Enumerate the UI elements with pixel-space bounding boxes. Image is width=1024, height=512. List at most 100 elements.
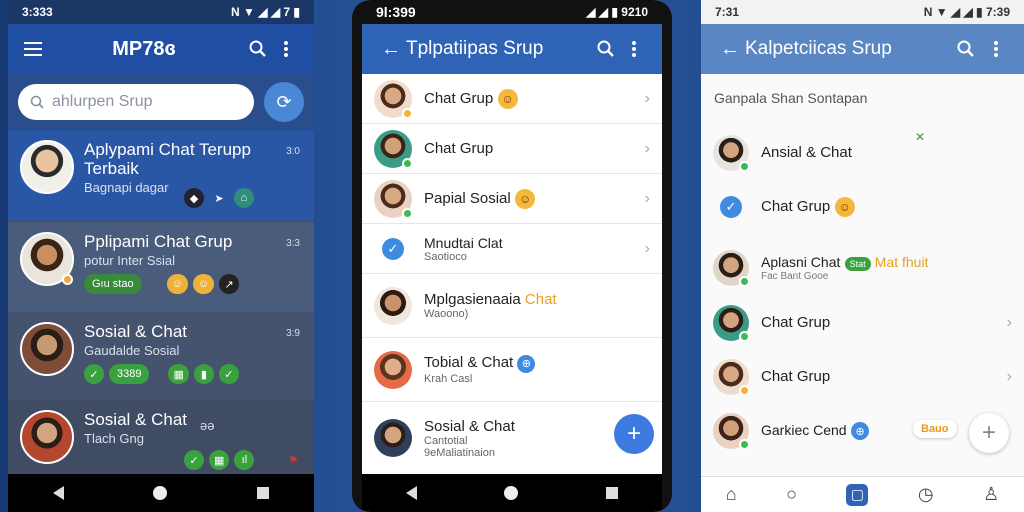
chip[interactable]: ⌂ — [234, 188, 254, 208]
smile-emoji-icon: ☺ — [497, 88, 518, 109]
app-title: Tplpatiipas Srup — [406, 38, 544, 59]
avatar — [713, 135, 750, 172]
chat-item[interactable]: Pplipami Chat Grup potur Inter Ssial Gıu… — [8, 222, 314, 312]
search-tab-icon[interactable]: ○ — [786, 484, 797, 505]
app-title: MP78ɞ — [112, 37, 176, 60]
status-bar: 3:333 N ▼ ◢ ◢ 7 ▮ — [8, 0, 314, 24]
back-arrow-icon[interactable]: ← — [715, 38, 745, 61]
status-badge: Stat — [844, 257, 871, 271]
item-highlight: Chat — [524, 291, 557, 308]
phone-right: 7:31 N ▼ ◢ ◢ ▮ 7:39 ← Kalpetciicas Srup … — [701, 0, 1024, 512]
recents-icon[interactable] — [606, 487, 619, 499]
more-icon[interactable] — [620, 41, 648, 57]
search-icon[interactable] — [244, 40, 272, 58]
more-icon[interactable] — [982, 41, 1010, 57]
chip[interactable]: ▮ — [193, 364, 214, 384]
app-bar: ← Kalpetciicas Srup — [701, 24, 1024, 74]
avatar — [374, 286, 412, 325]
search-placeholder: ahlurpen Srup — [52, 93, 153, 110]
list-item[interactable]: Aplasni Chat Stat Mat fhuit Fac Bant Goo… — [701, 244, 1024, 292]
chat-time: əə — [200, 418, 215, 433]
item-highlight: Mat fhuit — [874, 254, 929, 270]
chip[interactable]: ◆ — [184, 188, 204, 208]
list-item[interactable]: ✓ Mnudtai Clat Saotioco › — [362, 224, 662, 274]
profile-tab-icon[interactable]: ♙ — [983, 484, 999, 505]
chip[interactable]: ↗ — [219, 274, 240, 294]
back-icon[interactable] — [52, 486, 64, 500]
list-item[interactable]: Ansial & Chat ✕ — [701, 130, 1024, 176]
back-icon[interactable] — [405, 486, 417, 500]
smile-emoji-icon: ☺ — [834, 197, 855, 217]
avatar — [374, 350, 412, 389]
chat-item[interactable]: Sosial & Chat Tlach Gng əə ✓ ▦ ıl ⚑ — [8, 400, 314, 476]
item-title: Aplasni Chat — [761, 254, 841, 270]
bottom-tab-bar: ⌂ ○ ▢ ◷ ♙ — [701, 476, 1024, 512]
menu-icon[interactable] — [22, 42, 44, 56]
home-icon[interactable] — [504, 486, 519, 500]
check-icon: ✓ — [382, 237, 404, 260]
item-title: Chat Grup — [761, 368, 831, 385]
item-subtitle: Saotioco — [424, 250, 467, 263]
back-arrow-icon[interactable]: ← — [376, 38, 406, 61]
chip[interactable]: ⚑ — [283, 450, 303, 470]
chip[interactable]: ☺ — [192, 274, 215, 294]
item-subtitle: Krah Casl — [424, 372, 473, 385]
chip[interactable]: Gıu stao — [84, 274, 142, 294]
search-icon[interactable] — [950, 40, 982, 58]
search-icon[interactable] — [592, 40, 620, 58]
chip[interactable]: ☺ — [166, 274, 188, 294]
chat-time: 3:9 — [286, 328, 300, 339]
refresh-button[interactable]: ⟳ — [264, 82, 304, 122]
chip[interactable]: ➤ — [209, 188, 229, 208]
home-icon[interactable] — [153, 486, 168, 500]
app-bar: ← Tplpatiipas Srup — [362, 24, 662, 74]
home-tab-icon[interactable]: ⌂ — [726, 484, 737, 505]
app-title: Kalpetciicas Srup — [745, 38, 892, 59]
item-title: Garkiec Cend — [761, 421, 847, 438]
list-item[interactable]: Chat Grup › — [362, 124, 662, 174]
chip[interactable]: ✓ — [184, 450, 204, 470]
recents-icon[interactable] — [257, 487, 270, 499]
close-icon[interactable]: ✕ — [915, 130, 925, 144]
item-title: Tobial & Chat — [424, 354, 514, 372]
more-icon[interactable] — [272, 41, 300, 57]
avatar — [20, 322, 74, 376]
chat-item[interactable]: Aplypami Chat Terupp Terbaik Bagnapi dag… — [8, 130, 314, 220]
item-subtitle: 9eMaliatinaion — [424, 446, 495, 459]
chip[interactable]: 3389 — [109, 364, 150, 384]
list-item[interactable]: Chat Grup ☺ › — [362, 74, 662, 124]
item-title: Papial Sosial — [424, 189, 511, 207]
phone-left: 3:333 N ▼ ◢ ◢ 7 ▮ MP78ɞ ahlurpen Srup ⟳ … — [8, 0, 314, 512]
list-item[interactable]: Chat Grup › — [701, 354, 1024, 400]
chip[interactable]: ✓ — [84, 364, 104, 384]
list-item[interactable]: Chat Grup › — [701, 300, 1024, 346]
list-item[interactable]: ✓ Chat Grup ☺ — [701, 184, 1024, 230]
chat-tab-icon[interactable]: ▢ — [846, 483, 869, 506]
chip[interactable]: ıl — [234, 450, 255, 470]
chat-time: 3:3 — [286, 238, 300, 249]
list-item[interactable]: Mplgasienaaia Chat Waoono) — [362, 274, 662, 338]
item-title: Chat Grup — [761, 314, 831, 331]
item-title: Ansial & Chat — [761, 144, 852, 161]
add-fab-button[interactable]: + — [969, 413, 1009, 453]
list-item[interactable]: Papial Sosial ☺ › — [362, 174, 662, 224]
avatar — [374, 419, 412, 457]
status-icons: N ▼ ◢ ◢ ▮ 7:39 — [923, 5, 1010, 19]
chat-name: Sosial & Chat — [84, 410, 187, 429]
app-bar: MP78ɞ — [8, 24, 314, 74]
list-item[interactable]: Tobial & Chat ⊕ Krah Casl — [362, 338, 662, 402]
status-bar: 7:31 N ▼ ◢ ◢ ▮ 7:39 — [701, 0, 1024, 24]
chip[interactable]: ▦ — [168, 364, 189, 384]
avatar — [374, 79, 413, 119]
chip[interactable]: ▦ — [209, 450, 230, 470]
chevron-right-icon: › — [644, 89, 650, 107]
avatar — [713, 413, 750, 450]
search-input[interactable]: ahlurpen Srup — [18, 84, 254, 120]
chat-item[interactable]: Sosial & Chat Gaudalde Sosial ✓ 3389 ▦ ▮… — [8, 312, 314, 400]
add-fab-button[interactable]: + — [614, 414, 654, 454]
clock-tab-icon[interactable]: ◷ — [918, 484, 934, 505]
chip[interactable]: ✓ — [218, 364, 239, 384]
phone-center: 9l:399 ◢ ◢ ▮ 9210 ← Tplpatiipas Srup Cha… — [352, 0, 672, 512]
item-title: Chat Grup — [424, 139, 494, 157]
avatar — [713, 250, 750, 287]
